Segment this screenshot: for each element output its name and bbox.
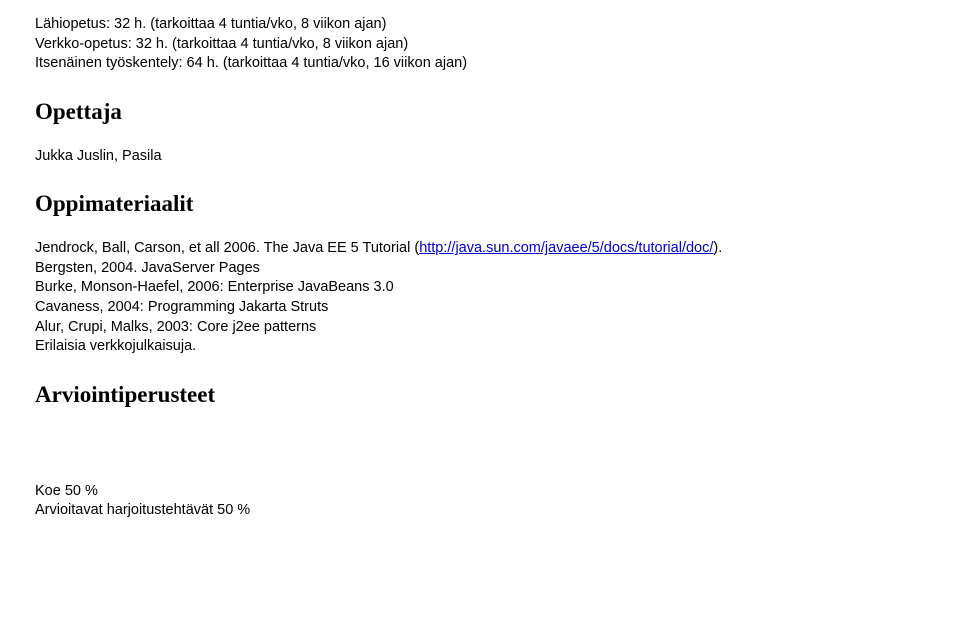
- material-line-2: Bergsten, 2004. JavaServer Pages: [35, 259, 920, 279]
- hours-lahiopetus: Lähiopetus: 32 h. (tarkoittaa 4 tuntia/v…: [35, 15, 920, 35]
- heading-opettaja: Opettaja: [35, 99, 920, 125]
- material-line-1-pre: Jendrock, Ball, Carson, et all 2006. The…: [35, 240, 419, 256]
- material-line-5: Alur, Crupi, Malks, 2003: Core j2ee patt…: [35, 318, 920, 338]
- assessment-line-1: Koe 50 %: [35, 482, 920, 502]
- material-line-1: Jendrock, Ball, Carson, et all 2006. The…: [35, 239, 920, 259]
- heading-oppimateriaalit: Oppimateriaalit: [35, 191, 920, 217]
- teacher-name: Jukka Juslin, Pasila: [35, 147, 920, 167]
- material-line-3: Burke, Monson-Haefel, 2006: Enterprise J…: [35, 278, 920, 298]
- material-line-6: Erilaisia verkkojulkaisuja.: [35, 337, 920, 357]
- material-line-1-post: ).: [713, 240, 722, 256]
- assessment-line-2: Arvioitavat harjoitustehtävät 50 %: [35, 501, 920, 521]
- hours-verkkoopetus: Verkko-opetus: 32 h. (tarkoittaa 4 tunti…: [35, 35, 920, 55]
- spacer: [35, 430, 920, 482]
- heading-arviointiperusteet: Arviointiperusteet: [35, 382, 920, 408]
- material-link-javaee[interactable]: http://java.sun.com/javaee/5/docs/tutori…: [419, 240, 713, 256]
- material-line-4: Cavaness, 2004: Programming Jakarta Stru…: [35, 298, 920, 318]
- hours-itsenaineen: Itsenäinen työskentely: 64 h. (tarkoitta…: [35, 54, 920, 74]
